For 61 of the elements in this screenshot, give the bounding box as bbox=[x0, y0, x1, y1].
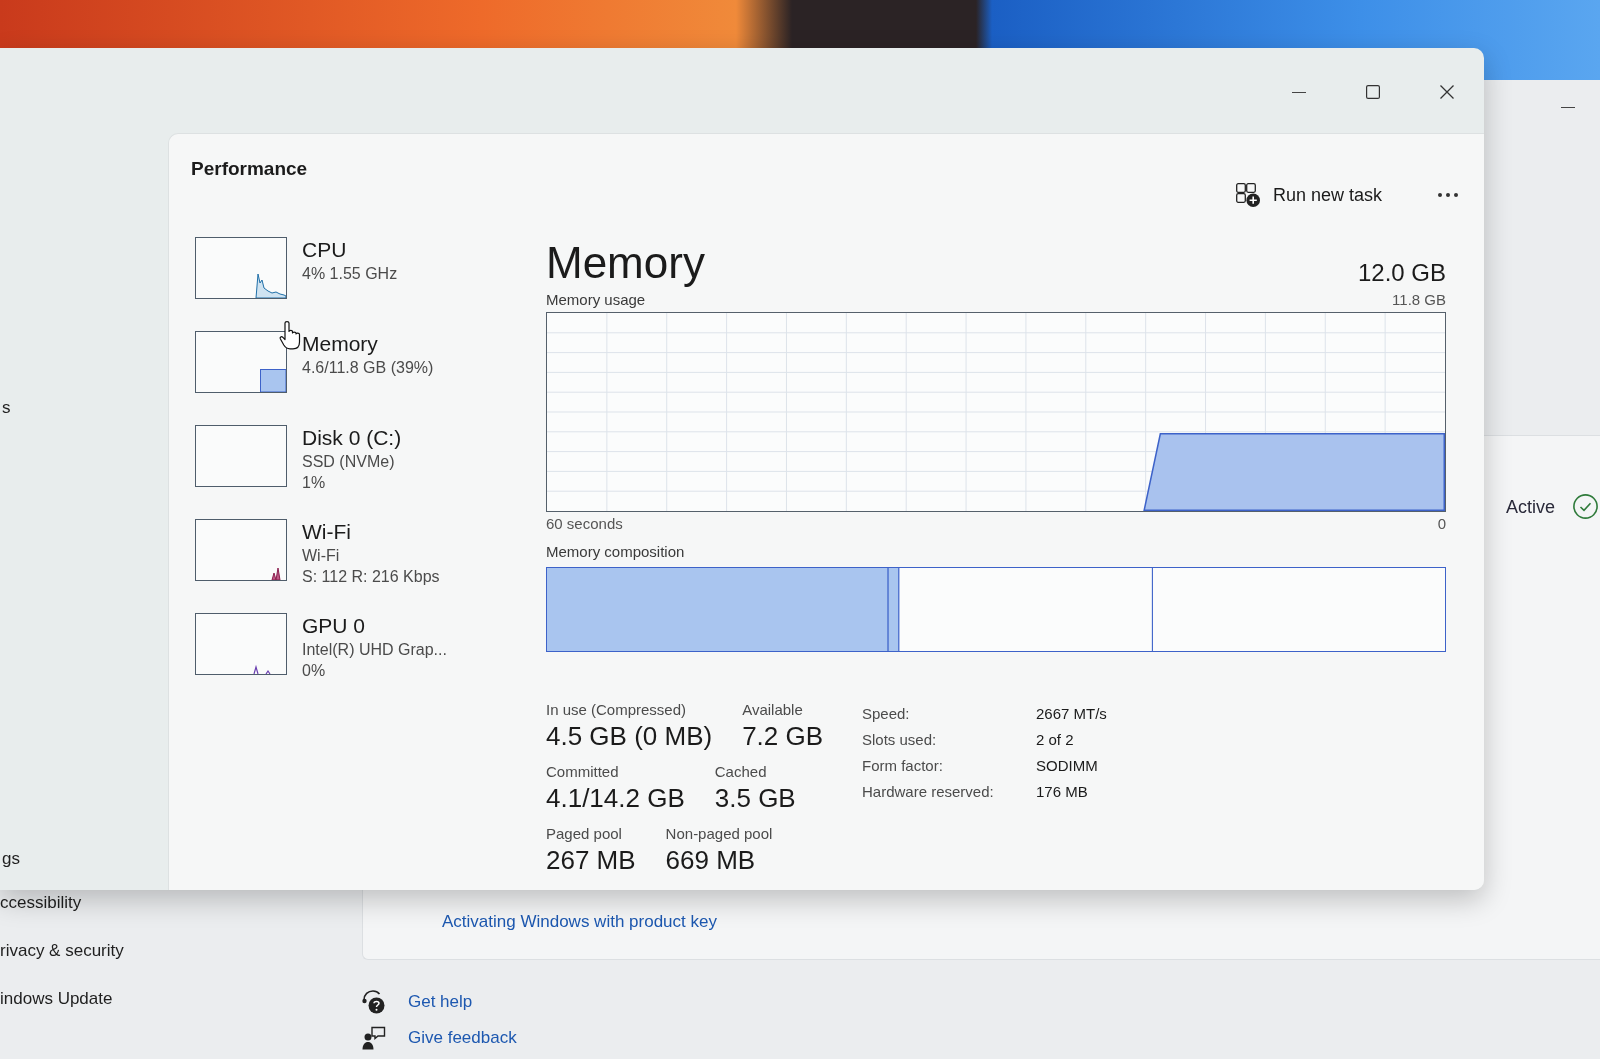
resource-title[interactable]: Disk 0 (C:) bbox=[302, 425, 402, 451]
run-task-button[interactable]: Run new task bbox=[1223, 177, 1394, 213]
detail-title: Memory bbox=[546, 238, 705, 288]
resource-title[interactable]: GPU 0 bbox=[302, 613, 366, 639]
feedback-icon bbox=[362, 1026, 386, 1050]
resource-detail: 4.6/11.8 GB (39%) bbox=[302, 358, 434, 378]
axis-label: 11.8 GB bbox=[1392, 290, 1446, 310]
resource-detail: 0% bbox=[302, 661, 326, 681]
stat-value: 7.2 GB bbox=[742, 720, 824, 752]
status-text: Active bbox=[1505, 495, 1555, 519]
resource-detail: SSD (NVMe) bbox=[302, 452, 395, 472]
check-circle-icon bbox=[1573, 494, 1598, 519]
minimize-icon bbox=[1561, 107, 1575, 108]
stat-label: Non-paged pool bbox=[665, 824, 773, 844]
resource-detail: 4% 1.55 GHz bbox=[302, 264, 398, 284]
minimize-icon bbox=[1292, 91, 1306, 93]
more-icon bbox=[1438, 193, 1458, 197]
nav-item[interactable]: s bbox=[2, 398, 11, 418]
nav-item[interactable]: rivacy & security bbox=[0, 941, 362, 961]
feedback-link[interactable]: Give feedback bbox=[408, 1027, 517, 1049]
stat-value: 4.1/14.2 GB bbox=[546, 782, 685, 814]
resource-title[interactable]: Memory bbox=[302, 331, 378, 357]
resource-title[interactable]: Wi-Fi bbox=[302, 519, 351, 545]
help-icon bbox=[362, 990, 386, 1014]
property-label: Form factor: bbox=[862, 756, 944, 774]
property-label: Speed: bbox=[862, 704, 911, 722]
resource-detail: Intel(R) UHD Grap... bbox=[302, 640, 447, 660]
hand-cursor-icon bbox=[279, 320, 301, 350]
property-label: Hardware reserved: bbox=[862, 782, 995, 800]
property-value: 2 of 2 bbox=[1036, 730, 1075, 748]
property-label: Slots used: bbox=[862, 730, 938, 748]
nav-item[interactable]: indows Update bbox=[0, 989, 362, 1009]
property-value: SODIMM bbox=[1036, 756, 1099, 774]
stat-label: Available bbox=[742, 700, 804, 720]
total-capacity: 12.0 GB bbox=[1357, 258, 1446, 288]
resource-detail: S: 112 R: 216 Kbps bbox=[302, 567, 440, 587]
close-icon bbox=[1440, 85, 1454, 99]
stat-label: Paged pool bbox=[546, 824, 623, 844]
resource-detail: Wi-Fi bbox=[302, 546, 340, 566]
nav-item[interactable]: gs bbox=[2, 849, 20, 869]
resource-detail: 1% bbox=[302, 473, 326, 493]
stat-label: Committed bbox=[546, 762, 620, 782]
stat-label: In use (Compressed) bbox=[546, 700, 688, 720]
stat-value: 267 MB bbox=[546, 844, 636, 876]
window-plus-icon bbox=[1235, 183, 1260, 207]
nav-item[interactable]: ccessibility bbox=[0, 893, 362, 913]
stat-value: 669 MB bbox=[665, 844, 757, 876]
resource-title[interactable]: CPU bbox=[302, 237, 347, 263]
activation-link[interactable]: Activating Windows with product key bbox=[442, 911, 717, 933]
stat-label: Cached bbox=[714, 762, 768, 782]
axis-label: 60 seconds bbox=[546, 514, 623, 534]
axis-label: 0 bbox=[1437, 514, 1446, 534]
maximize-icon bbox=[1366, 85, 1380, 99]
stat-value: 4.5 GB (0 MB) bbox=[546, 720, 713, 752]
property-value: 176 MB bbox=[1036, 782, 1089, 800]
property-value: 2667 MT/s bbox=[1036, 704, 1107, 722]
page-title: Performance bbox=[191, 157, 308, 181]
stat-value: 3.5 GB bbox=[714, 782, 796, 814]
section-label: Memory composition bbox=[546, 542, 686, 562]
help-link[interactable]: Get help bbox=[408, 991, 473, 1013]
graph-title: Memory usage bbox=[546, 290, 646, 310]
